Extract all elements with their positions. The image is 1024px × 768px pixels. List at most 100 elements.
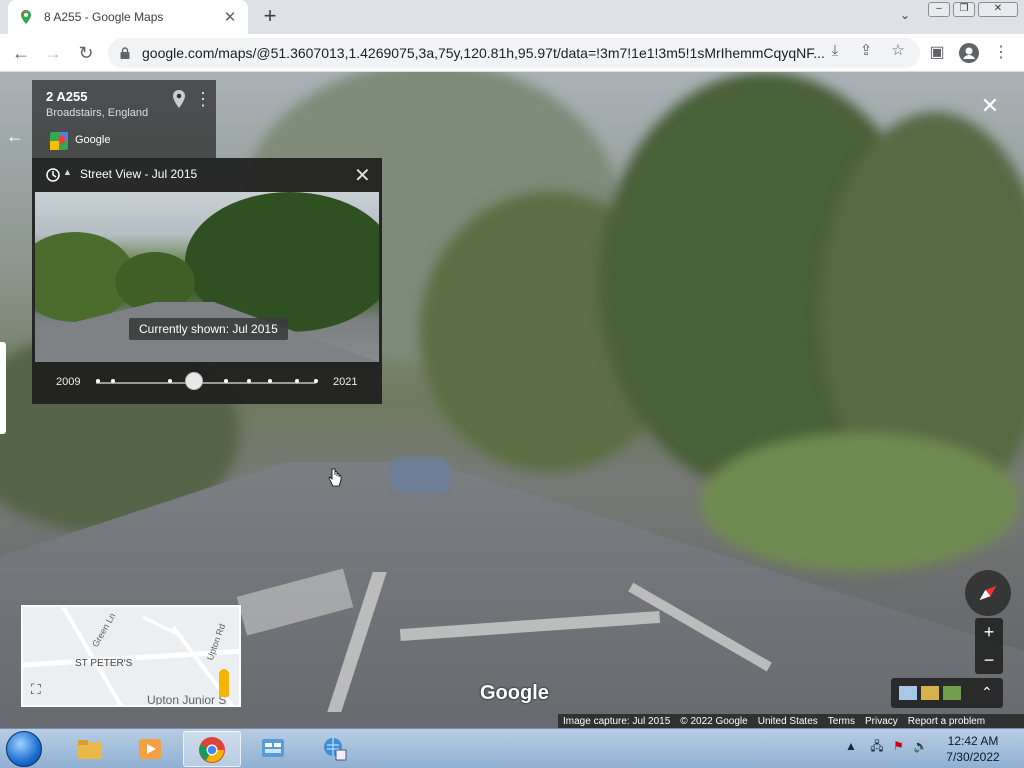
lock-icon: [120, 47, 130, 59]
zoom-in-button[interactable]: +: [975, 618, 1003, 646]
network-taskbar-button[interactable]: [307, 731, 365, 767]
time-machine-panel: ▲ Street View - Jul 2015 ✕ Currently sho…: [32, 158, 382, 404]
install-app-icon[interactable]: ⤓: [824, 40, 846, 62]
system-clock[interactable]: 12:42 AM 7/30/2022: [940, 733, 1006, 765]
menu-kebab-icon[interactable]: ⋮: [988, 40, 1014, 66]
year-slider[interactable]: 2009 2021: [32, 368, 382, 398]
slider-stop[interactable]: [295, 379, 299, 383]
side-panel-icon[interactable]: ▣: [924, 40, 950, 66]
location-pin-icon[interactable]: [172, 90, 186, 110]
street-view-canvas[interactable]: ✕ ← 2 A255 Broadstairs, England Google ⋮…: [0, 72, 1024, 728]
clock-time: 12:42 AM: [947, 734, 999, 748]
grass-verge: [700, 432, 1020, 572]
terrain-thumb-icon[interactable]: [943, 686, 961, 700]
browser-chrome: 8 A255 - Google Maps ✕ + ⌄ – ❐ ✕ ← → ↻ g…: [0, 0, 1024, 72]
source-label: Google: [75, 134, 111, 146]
currently-shown-tooltip: Currently shown: Jul 2015: [129, 318, 288, 340]
minimize-button[interactable]: –: [928, 2, 950, 17]
back-arrow-icon[interactable]: ←: [6, 126, 26, 146]
attribution-bar: Image capture: Jul 2015 © 2022 Google Un…: [558, 714, 1024, 728]
media-player-taskbar-button[interactable]: [122, 731, 180, 767]
profile-avatar-icon[interactable]: [956, 40, 982, 66]
slider-track[interactable]: [96, 382, 316, 384]
action-center-icon[interactable]: ⚑: [893, 739, 904, 753]
network-status-icon[interactable]: 🖧: [870, 739, 883, 753]
zoom-control: + −: [975, 618, 1003, 674]
slider-stop[interactable]: [247, 379, 251, 383]
show-hidden-icons-icon[interactable]: ▲: [845, 739, 857, 753]
reload-icon[interactable]: ↻: [73, 40, 99, 66]
close-street-view-icon[interactable]: ✕: [978, 94, 1002, 118]
terms-link[interactable]: Terms: [828, 716, 855, 727]
system-tray: ▲ 🖧 ⚑ 🔊: [845, 737, 928, 758]
slider-stop[interactable]: [224, 379, 228, 383]
volume-icon[interactable]: 🔊: [913, 739, 928, 753]
start-year-label: 2009: [56, 376, 81, 388]
car: [390, 457, 450, 493]
close-window-button[interactable]: ✕: [978, 2, 1018, 17]
slider-stop[interactable]: [314, 379, 318, 383]
end-year-label: 2021: [333, 376, 358, 388]
chrome-icon: [199, 737, 225, 763]
slider-thumb[interactable]: [185, 372, 203, 390]
tab-close-icon[interactable]: ✕: [222, 8, 238, 26]
mini-map[interactable]: Green Ln Upton Rd ST PETER'S Upton Junio…: [21, 605, 241, 707]
place-name: 2 A255: [46, 89, 88, 104]
time-machine-header: ▲ Street View - Jul 2015 ✕: [32, 158, 382, 190]
folder-icon: [78, 740, 102, 759]
chrome-taskbar-button[interactable]: [183, 731, 241, 767]
more-options-icon[interactable]: ⋮: [194, 90, 212, 110]
tab-title: 8 A255 - Google Maps: [44, 10, 164, 24]
slider-stop[interactable]: [268, 379, 272, 383]
slider-stop[interactable]: [168, 379, 172, 383]
tab-google-maps[interactable]: 8 A255 - Google Maps ✕: [8, 0, 248, 34]
expand-layers-icon[interactable]: ⌃: [981, 684, 993, 701]
forward-icon[interactable]: →: [40, 40, 66, 66]
image-capture-date: Image capture: Jul 2015: [563, 715, 671, 727]
satellite-thumb-icon[interactable]: [899, 686, 917, 700]
google-maps-logo-icon: [50, 132, 68, 150]
control-panel-taskbar-button[interactable]: [245, 731, 303, 767]
region-link[interactable]: United States: [758, 716, 818, 727]
report-problem-link[interactable]: Report a problem: [908, 716, 985, 727]
bookmark-star-icon[interactable]: ☆: [887, 40, 909, 62]
pegman-icon[interactable]: [219, 669, 229, 697]
imagery-thumb-icon[interactable]: [921, 686, 939, 700]
hand-cursor-icon: [328, 468, 342, 487]
time-machine-title: Street View - Jul 2015: [80, 167, 198, 181]
side-panel-handle[interactable]: [0, 342, 6, 434]
address-bar[interactable]: google.com/maps/@51.3607013,1.4269075,3a…: [108, 38, 920, 68]
tab-bar: 8 A255 - Google Maps ✕ + ⌄ – ❐ ✕: [0, 0, 1024, 34]
tab-search-icon[interactable]: ⌄: [895, 8, 915, 26]
expand-map-icon[interactable]: ⛶: [31, 681, 49, 699]
history-clock-icon[interactable]: [45, 167, 61, 183]
place-subtitle: Broadstairs, England: [46, 107, 149, 119]
media-player-icon: [139, 739, 161, 759]
explorer-taskbar-button[interactable]: [62, 731, 120, 767]
compass-icon[interactable]: [965, 570, 1011, 616]
google-watermark: Google: [480, 682, 549, 704]
privacy-link[interactable]: Privacy: [865, 716, 898, 727]
collapse-caret-icon[interactable]: ▲: [63, 167, 72, 177]
clock-date: 7/30/2022: [946, 750, 1000, 764]
network-globe-icon: [324, 738, 347, 761]
close-time-machine-icon[interactable]: ✕: [354, 163, 371, 188]
map-label: ST PETER'S: [75, 658, 133, 669]
control-panel-icon: [262, 739, 284, 757]
google-maps-pin-icon: [21, 10, 31, 24]
zoom-out-button[interactable]: −: [975, 646, 1003, 674]
layers-control[interactable]: ⌃: [891, 678, 1003, 708]
map-label: Upton Junior S: [147, 693, 227, 707]
taskbar: ▲ 🖧 ⚑ 🔊 12:42 AM 7/30/2022: [0, 728, 1024, 768]
slider-stop[interactable]: [96, 379, 100, 383]
restore-button[interactable]: ❐: [953, 2, 975, 17]
new-tab-button[interactable]: +: [258, 5, 282, 29]
slider-stop[interactable]: [111, 379, 115, 383]
share-icon[interactable]: ⇪: [855, 40, 877, 62]
back-icon[interactable]: ←: [8, 40, 34, 66]
place-card[interactable]: 2 A255 Broadstairs, England Google ⋮: [32, 80, 216, 160]
copyright-text: © 2022 Google: [680, 715, 748, 727]
url-text: google.com/maps/@51.3607013,1.4269075,3a…: [142, 45, 825, 61]
start-button[interactable]: [6, 731, 42, 767]
browser-toolbar: ← → ↻ google.com/maps/@51.3607013,1.4269…: [0, 34, 1024, 72]
